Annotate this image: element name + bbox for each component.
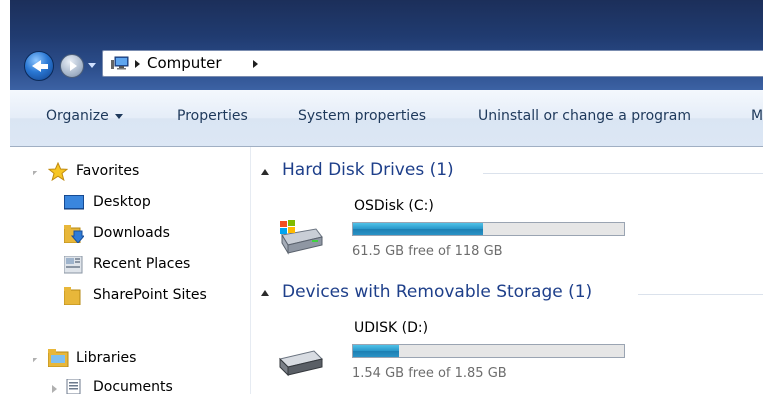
breadcrumb-arrow-icon[interactable] <box>253 60 258 68</box>
forward-button[interactable] <box>60 54 84 78</box>
expand-icon[interactable] <box>28 166 38 176</box>
sidebar-item-desktop[interactable]: Desktop <box>93 194 151 210</box>
recent-pages-dropdown[interactable] <box>88 63 96 68</box>
uninstall-program-button[interactable]: Uninstall or change a program <box>478 108 691 124</box>
expand-icon[interactable] <box>28 353 38 363</box>
drive-name[interactable]: UDISK (D:) <box>354 320 428 336</box>
computer-icon <box>111 56 129 70</box>
window-frame <box>0 0 10 394</box>
drive-usage-fill <box>353 345 400 357</box>
drive-name[interactable]: OSDisk (C:) <box>354 198 434 214</box>
group-collapse-icon[interactable] <box>261 290 269 296</box>
desktop-icon <box>64 195 84 210</box>
organize-button[interactable]: Organize <box>46 108 123 124</box>
more-button[interactable]: M <box>751 108 763 124</box>
folder-icon <box>64 287 81 305</box>
command-bar: Organize Properties System properties Un… <box>10 90 763 147</box>
group-collapse-icon[interactable] <box>261 169 269 175</box>
sidebar-item-libraries[interactable]: Libraries <box>76 350 136 366</box>
system-properties-button[interactable]: System properties <box>298 108 426 124</box>
star-icon <box>48 162 68 181</box>
hard-drive-icon <box>280 220 323 255</box>
collapse-icon[interactable] <box>52 385 57 393</box>
breadcrumb-arrow-icon[interactable] <box>135 60 140 68</box>
drive-usage-bar <box>352 344 625 358</box>
group-divider <box>638 294 763 295</box>
sidebar-item-sharepoint-sites[interactable]: SharePoint Sites <box>93 287 207 303</box>
sidebar-item-documents[interactable]: Documents <box>93 379 173 395</box>
back-button[interactable] <box>24 51 54 81</box>
organize-label: Organize <box>46 108 109 124</box>
drive-free-space: 61.5 GB free of 118 GB <box>352 244 503 259</box>
group-divider <box>483 173 763 174</box>
breadcrumb-computer[interactable]: Computer <box>147 54 222 72</box>
recent-places-icon <box>64 256 83 274</box>
downloads-icon <box>64 225 84 243</box>
drive-free-space: 1.54 GB free of 1.85 GB <box>352 366 507 381</box>
address-bar[interactable]: Computer <box>102 50 763 77</box>
chevron-down-icon <box>114 113 123 119</box>
navigation-pane: Favorites Desktop Downloads Recent Place… <box>10 147 251 395</box>
sidebar-item-recent-places[interactable]: Recent Places <box>93 256 190 272</box>
libraries-icon <box>48 349 69 367</box>
sidebar-item-favorites[interactable]: Favorites <box>76 163 139 179</box>
group-header-hard-disk[interactable]: Hard Disk Drives (1) <box>282 160 454 180</box>
group-header-removable[interactable]: Devices with Removable Storage (1) <box>282 282 592 302</box>
documents-icon <box>66 379 81 394</box>
drive-usage-fill <box>353 223 484 235</box>
sidebar-item-downloads[interactable]: Downloads <box>93 225 170 241</box>
content-pane: Hard Disk Drives (1) OSDisk (C:) 61.5 GB… <box>251 147 763 394</box>
removable-drive-icon <box>279 350 323 377</box>
properties-button[interactable]: Properties <box>177 108 248 124</box>
drive-usage-bar <box>352 222 625 236</box>
